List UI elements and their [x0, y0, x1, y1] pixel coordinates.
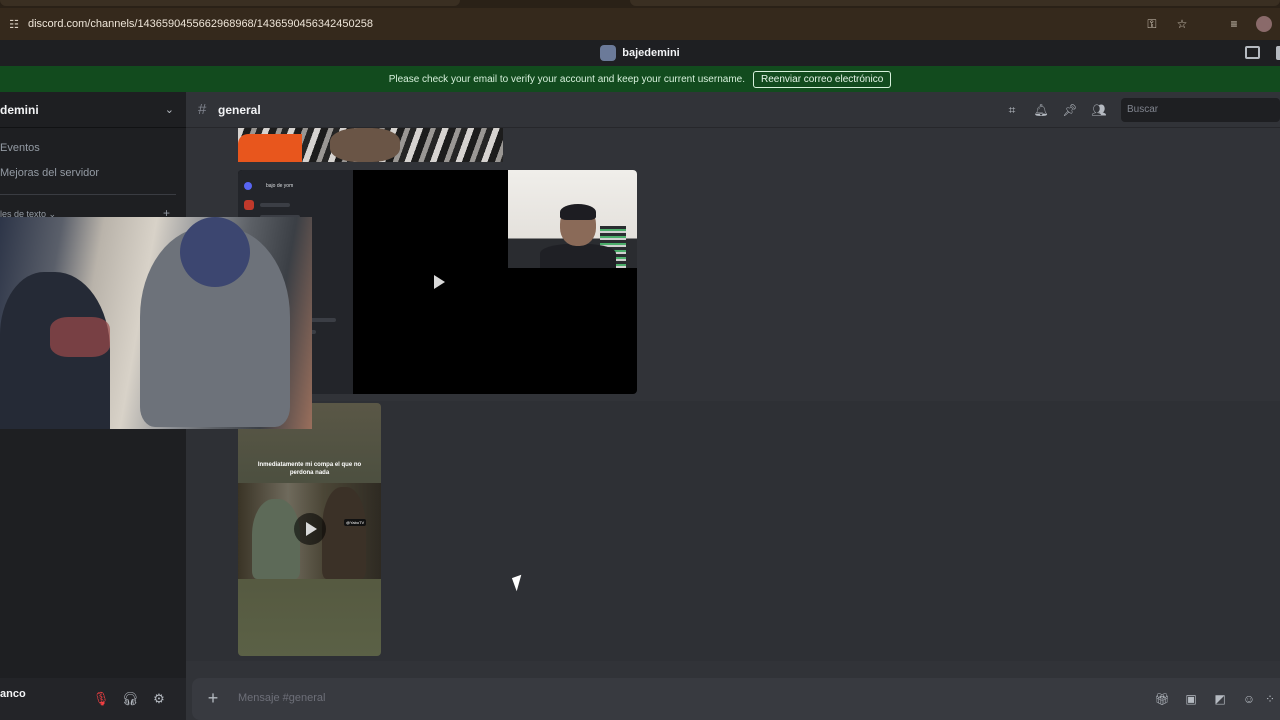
sidebar-item-mejoras[interactable]: Mejoras del servidor: [0, 167, 99, 179]
browser-tabstrip: [0, 0, 1280, 8]
sidebar-divider: [0, 194, 176, 195]
titlebar-server-name: bajedemini: [622, 47, 680, 59]
composer-area: + Mensaje #general 🎁︎ ▣ ◩ ☺ ⁘: [186, 678, 1280, 720]
video-figure: [322, 487, 366, 579]
bell-icon[interactable]: 🔔︎: [1033, 102, 1049, 118]
bookmark-star-icon[interactable]: ☆: [1174, 17, 1190, 31]
video-attachment[interactable]: Inmediatamente mi compa el que no perdon…: [238, 403, 381, 656]
threads-icon[interactable]: ⌗: [1004, 102, 1020, 118]
video-webcam-frame: [508, 170, 637, 268]
members-icon[interactable]: 👥︎: [1091, 102, 1107, 118]
image-content: [238, 134, 302, 162]
site-settings-icon[interactable]: ☷: [7, 17, 21, 31]
chevron-down-icon[interactable]: ⌄: [165, 103, 174, 116]
video-figure: [252, 499, 300, 579]
sidebar-item-eventos[interactable]: Eventos: [0, 142, 40, 154]
screen: ☷ discord.com/channels/14365904556629689…: [0, 0, 1280, 720]
gif-icon[interactable]: ▣: [1183, 691, 1199, 707]
hashtag-icon: #: [198, 101, 207, 118]
resend-email-button[interactable]: Reenviar correo electrónico: [753, 70, 892, 88]
channel-header: # general ⌗ 🔔︎ 📌︎ 👥︎ Buscar: [186, 92, 1280, 128]
profile-avatar-icon[interactable]: [1256, 16, 1272, 32]
microphone-muted-icon[interactable]: 🎙︎: [92, 690, 110, 708]
message-placeholder: Mensaje #general: [238, 692, 326, 704]
guild-header[interactable]: demini ⌄: [0, 92, 186, 128]
gift-icon[interactable]: 🎁︎: [1154, 691, 1170, 707]
media-control-icon[interactable]: ≡: [1226, 17, 1242, 31]
user-name[interactable]: anco: [0, 688, 26, 700]
headphones-icon[interactable]: 🎧︎: [121, 690, 139, 708]
browser-tab[interactable]: [630, 0, 1280, 6]
search-input[interactable]: Buscar: [1121, 98, 1280, 122]
inbox-icon[interactable]: [1245, 46, 1260, 59]
user-panel: anco 🎙︎ 🎧︎ ⚙: [0, 678, 186, 720]
video-caption: Inmediatamente mi compa el que no perdon…: [257, 462, 362, 476]
help-icon[interactable]: [1276, 46, 1280, 60]
guild-name: demini: [0, 102, 39, 117]
add-attachment-icon[interactable]: +: [204, 689, 222, 707]
channel-name: general: [218, 103, 261, 117]
banner-message: Please check your email to verify your a…: [388, 73, 745, 85]
play-icon[interactable]: [434, 275, 445, 289]
verify-email-banner: Please check your email to verify your a…: [0, 66, 1280, 92]
browser-address-bar[interactable]: ☷ discord.com/channels/14365904556629689…: [0, 8, 1280, 40]
gear-icon[interactable]: ⚙: [150, 690, 168, 708]
streamer-webcam-overlay: [0, 217, 312, 429]
message-input[interactable]: + Mensaje #general 🎁︎ ▣ ◩ ☺ ⁘: [192, 678, 1280, 720]
image-attachment[interactable]: [238, 128, 503, 162]
thumbnail-label: bajo de yom: [266, 183, 294, 189]
emoji-icon[interactable]: ☺: [1241, 691, 1257, 707]
search-placeholder: Buscar: [1127, 104, 1159, 115]
browser-tab[interactable]: [0, 0, 460, 6]
password-key-icon[interactable]: ⚿: [1144, 17, 1160, 32]
app-titlebar: bajedemini: [0, 40, 1280, 66]
pin-icon[interactable]: 📌︎: [1062, 102, 1078, 118]
play-icon[interactable]: [306, 522, 317, 536]
video-watermark: @YaboTV: [344, 519, 367, 526]
server-avatar: [600, 45, 617, 61]
image-content: [330, 128, 400, 162]
sticker-icon[interactable]: ◩: [1212, 691, 1228, 707]
address-url[interactable]: discord.com/channels/1436590455662968968…: [28, 18, 373, 30]
message-list: bajo de yom Inmediatamente mi compa el q…: [186, 128, 1280, 678]
browser-toolbar: ⚿ ☆ ≡: [1144, 8, 1272, 40]
apps-icon[interactable]: ⁘: [1266, 691, 1274, 707]
